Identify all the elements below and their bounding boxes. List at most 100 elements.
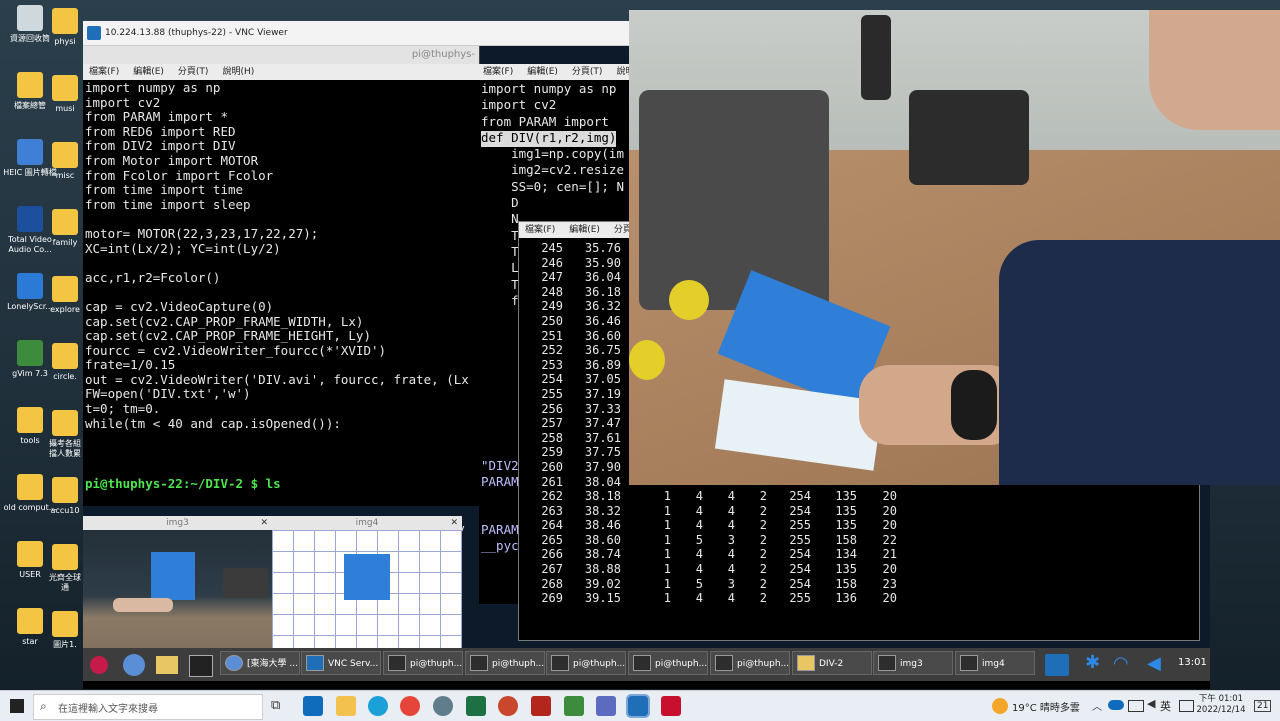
terminal-1-code[interactable]: import numpy as np import cv2 from PARAM i…	[85, 81, 477, 436]
table-cell: 247	[541, 270, 563, 285]
table-cell: 251	[541, 328, 563, 343]
ime-indicator[interactable]: 英	[1160, 698, 1171, 714]
pi-taskbar-button[interactable]: VNC Serv...	[301, 651, 381, 675]
code-line: frate=1/0.15	[85, 357, 176, 373]
desktop-icon[interactable]: misc	[45, 142, 85, 181]
table-cell: 2	[759, 489, 767, 504]
table-cell: 1	[663, 591, 671, 606]
pi-taskbar-button-label: pi@thuph...	[573, 659, 626, 669]
table-row: 268 39.02 1 5 3 2 254 158 23	[525, 577, 1185, 592]
menu-edit[interactable]: 編輯(E)	[133, 67, 164, 77]
code-line: D	[481, 195, 519, 211]
menu-tab[interactable]: 分頁(T)	[572, 67, 603, 77]
hand-object	[113, 598, 173, 612]
table-cell: 2	[759, 518, 767, 533]
edge-icon[interactable]	[368, 696, 388, 716]
app-icon[interactable]	[433, 696, 453, 716]
vnc-tray-icon[interactable]	[1045, 654, 1069, 676]
pi-taskbar-button[interactable]: pi@thuph...	[710, 651, 790, 675]
onedrive-icon[interactable]	[1108, 700, 1124, 710]
menu-help[interactable]: 說明(H)	[222, 67, 254, 77]
menu-edit[interactable]: 編輯(E)	[569, 225, 600, 235]
bluetooth-icon[interactable]: ✱	[1085, 652, 1100, 673]
task-view-icon[interactable]: ⧉	[271, 698, 280, 713]
code-line: from RED6 import RED	[85, 123, 236, 139]
file-explorer-icon[interactable]	[336, 696, 356, 716]
menu-tab[interactable]: 分頁(T)	[178, 67, 209, 77]
desktop-icon[interactable]: explore	[45, 276, 85, 315]
pi-taskbar-button[interactable]: DIV-2	[792, 651, 872, 675]
table-cell: 20	[882, 518, 897, 533]
weather-text[interactable]: 19°C 晴時多雲	[1012, 699, 1080, 714]
taskbar-search-box[interactable]: ⌕ 在這裡輸入文字來搜尋	[33, 694, 263, 720]
terminal-window-1[interactable]: pi@thuphys- 檔案(F) 編輯(E) 分頁(T) 說明(H) import …	[83, 46, 480, 581]
table-cell: 36.32	[584, 299, 621, 314]
table-cell: 266	[541, 547, 563, 562]
img4-title-bar[interactable]: img4 ✕	[272, 516, 462, 530]
menu-file[interactable]: 檔案(F)	[525, 225, 555, 235]
chrome-icon[interactable]	[400, 696, 420, 716]
desktop-icon[interactable]: physi	[45, 8, 85, 47]
speaker-icon[interactable]: ◀	[1147, 697, 1155, 710]
windows-start-icon[interactable]	[10, 699, 24, 713]
excel-icon[interactable]	[466, 696, 486, 716]
pi-taskbar-button[interactable]: pi@thuph...	[546, 651, 626, 675]
table-cell: 38.74	[584, 547, 621, 562]
desktop-icon-label: 攝考各組 擋人數累	[49, 439, 81, 458]
terminal-1-shell[interactable]: pi@thuphys-22:~/DIV-2 $ ls cam1.pyDIV1.p…	[85, 446, 477, 581]
raspberry-menu-icon[interactable]	[90, 656, 108, 674]
table-cell: 256	[541, 401, 563, 416]
table-cell: 38.18	[584, 489, 621, 504]
menu-file[interactable]: 檔案(F)	[483, 67, 513, 77]
pi-taskbar-button[interactable]: [東海大學 ...	[220, 651, 300, 675]
table-cell: 255	[541, 386, 563, 401]
pi-taskbar-button[interactable]: pi@thuph...	[383, 651, 463, 675]
system-clock[interactable]: 下午 01:01 2022/12/14	[1196, 694, 1246, 716]
desktop-icon[interactable]: circle.	[45, 343, 85, 382]
table-cell: 4	[695, 562, 703, 577]
filezilla-icon[interactable]	[531, 696, 551, 716]
pi-taskbar-button[interactable]: pi@thuph...	[628, 651, 708, 675]
pi-taskbar-button[interactable]: img3	[873, 651, 953, 675]
menu-file[interactable]: 檔案(F)	[89, 67, 119, 77]
keyboard-icon[interactable]	[1179, 700, 1194, 712]
code-line: cap.set(cv2.CAP_PROP_FRAME_WIDTH, Lx)	[85, 313, 364, 329]
desktop-icon[interactable]: 攝考各組 擋人數累	[45, 410, 85, 459]
yellow-wheel-2	[629, 340, 665, 380]
desktop-icon[interactable]: accu10	[45, 477, 85, 516]
close-icon[interactable]: ✕	[260, 516, 268, 530]
vnc-viewer-icon[interactable]	[626, 694, 650, 718]
pi-taskbar-button-label: VNC Serv...	[328, 659, 379, 669]
table-cell: 2	[759, 503, 767, 518]
gvim-icon[interactable]	[564, 696, 584, 716]
table-cell: 36.89	[584, 357, 621, 372]
table-cell: 38.46	[584, 518, 621, 533]
powerpoint-icon[interactable]	[498, 696, 518, 716]
network-icon[interactable]	[1128, 700, 1144, 712]
network-app-icon[interactable]	[596, 696, 616, 716]
weather-icon[interactable]	[992, 698, 1008, 714]
menu-edit[interactable]: 編輯(E)	[527, 67, 558, 77]
desktop-icon[interactable]: musi	[45, 75, 85, 114]
outlook-icon[interactable]	[303, 696, 323, 716]
chevron-up-icon[interactable]: ︿	[1092, 698, 1102, 713]
table-cell: 254	[789, 489, 811, 504]
pi-taskbar-button[interactable]: img4	[955, 651, 1035, 675]
web-browser-icon[interactable]	[123, 654, 145, 676]
acrobat-icon[interactable]	[661, 696, 681, 716]
wifi-icon[interactable]: ◠	[1113, 653, 1129, 674]
code-line: while(tm < 40 and cap.isOpened()):	[85, 415, 341, 431]
table-cell: 254	[789, 547, 811, 562]
terminal-1-menubar: 檔案(F) 編輯(E) 分頁(T) 說明(H)	[83, 64, 479, 80]
terminal-launcher-icon[interactable]	[189, 655, 213, 677]
img3-title-bar[interactable]: img3 ✕	[83, 516, 272, 530]
desktop-icon[interactable]: 圖片1.	[45, 611, 85, 650]
menu-help[interactable]: 說明(H)	[616, 67, 629, 77]
pi-taskbar-button[interactable]: pi@thuph...	[465, 651, 545, 675]
close-icon[interactable]: ✕	[450, 516, 458, 530]
desktop-icon[interactable]: 光齊全球 通	[45, 544, 85, 593]
file-manager-icon[interactable]	[156, 656, 178, 674]
volume-icon[interactable]: ◀	[1147, 653, 1161, 674]
notification-badge[interactable]: 21	[1254, 700, 1272, 712]
desktop-icon[interactable]: family	[45, 209, 85, 248]
